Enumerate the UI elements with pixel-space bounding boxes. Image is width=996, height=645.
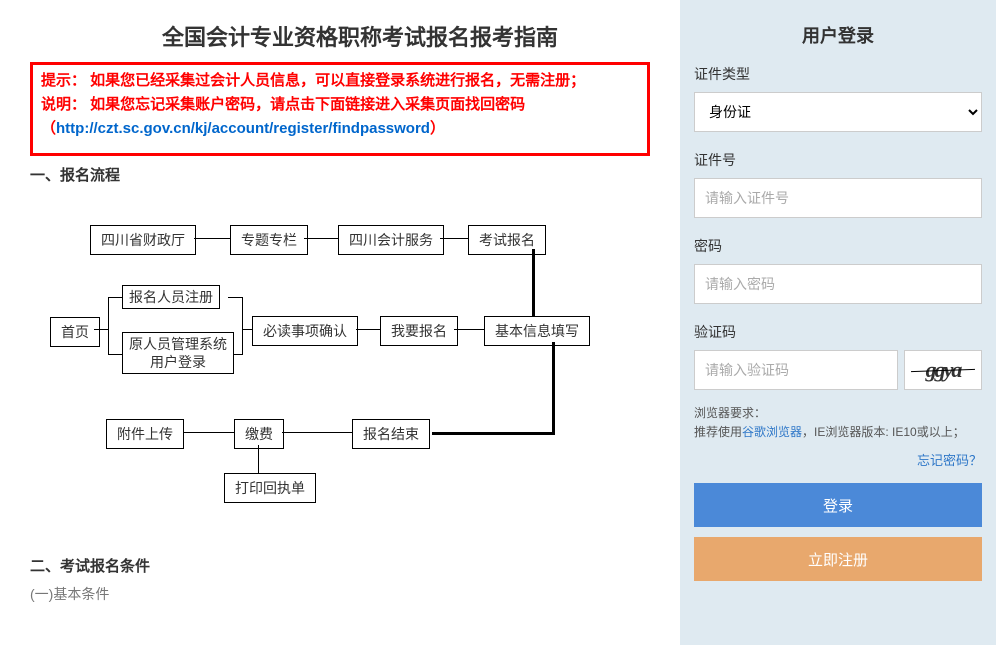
login-panel: 用户登录 证件类型 身份证 证件号 密码 验证码 ggya 浏览器要求： 推荐使… bbox=[680, 0, 996, 645]
section-requirements-title: 二、考试报名条件 bbox=[30, 555, 680, 576]
section-process-title: 一、报名流程 bbox=[30, 164, 680, 185]
forgot-password-link[interactable]: 忘记密码？ bbox=[917, 453, 982, 468]
flow-node: 缴费 bbox=[234, 419, 284, 449]
flow-node: 报名人员注册 bbox=[122, 285, 220, 309]
flow-node: 打印回执单 bbox=[224, 473, 316, 503]
id-type-select[interactable]: 身份证 bbox=[694, 92, 982, 132]
id-number-input[interactable] bbox=[694, 178, 982, 218]
password-input[interactable] bbox=[694, 264, 982, 304]
captcha-image[interactable]: ggya bbox=[904, 350, 982, 390]
password-label: 密码 bbox=[694, 236, 982, 256]
flow-node: 附件上传 bbox=[106, 419, 184, 449]
chrome-download-link[interactable]: 谷歌浏览器 bbox=[742, 425, 802, 439]
registration-flowchart: 四川省财政厅 专题专栏 四川会计服务 考试报名 首页 报名人员注册 原人员管理系… bbox=[34, 205, 654, 535]
id-type-label: 证件类型 bbox=[694, 64, 982, 84]
id-number-label: 证件号 bbox=[694, 150, 982, 170]
login-button[interactable]: 登录 bbox=[694, 483, 982, 527]
find-password-link[interactable]: http://czt.sc.gov.cn/kj/account/register… bbox=[56, 120, 430, 137]
subsection-basic-req: (一)基本条件 bbox=[30, 584, 680, 604]
important-hint-box: 提示： 如果您已经采集过会计人员信息，可以直接登录系统进行报名，无需注册； 说明… bbox=[30, 62, 650, 156]
flow-node: 报名结束 bbox=[352, 419, 430, 449]
flow-node: 首页 bbox=[50, 317, 100, 347]
main-content: 全国会计专业资格职称考试报名报考指南 提示： 如果您已经采集过会计人员信息，可以… bbox=[0, 0, 680, 645]
browser-requirements: 浏览器要求： 推荐使用谷歌浏览器，IE浏览器版本: IE10或以上； bbox=[694, 404, 982, 442]
flow-node: 我要报名 bbox=[380, 316, 458, 346]
hint-text: 提示： 如果您已经采集过会计人员信息，可以直接登录系统进行报名，无需注册； bbox=[41, 69, 639, 93]
login-title: 用户登录 bbox=[694, 22, 982, 48]
captcha-input[interactable] bbox=[694, 350, 898, 390]
flow-node: 四川会计服务 bbox=[338, 225, 444, 255]
page-title: 全国会计专业资格职称考试报名报考指南 bbox=[0, 20, 680, 52]
flow-node: 四川省财政厅 bbox=[90, 225, 196, 255]
register-button[interactable]: 立即注册 bbox=[694, 537, 982, 581]
flow-node: 原人员管理系统 用户登录 bbox=[122, 332, 234, 374]
flow-node: 基本信息填写 bbox=[484, 316, 590, 346]
instruction-text: 说明： 如果您忘记采集账户密码，请点击下面链接进入采集页面找回密码 bbox=[41, 93, 639, 117]
flow-node: 必读事项确认 bbox=[252, 316, 358, 346]
captcha-label: 验证码 bbox=[694, 322, 982, 342]
flow-node: 专题专栏 bbox=[230, 225, 308, 255]
password-link-line: （http://czt.sc.gov.cn/kj/account/registe… bbox=[41, 117, 639, 141]
